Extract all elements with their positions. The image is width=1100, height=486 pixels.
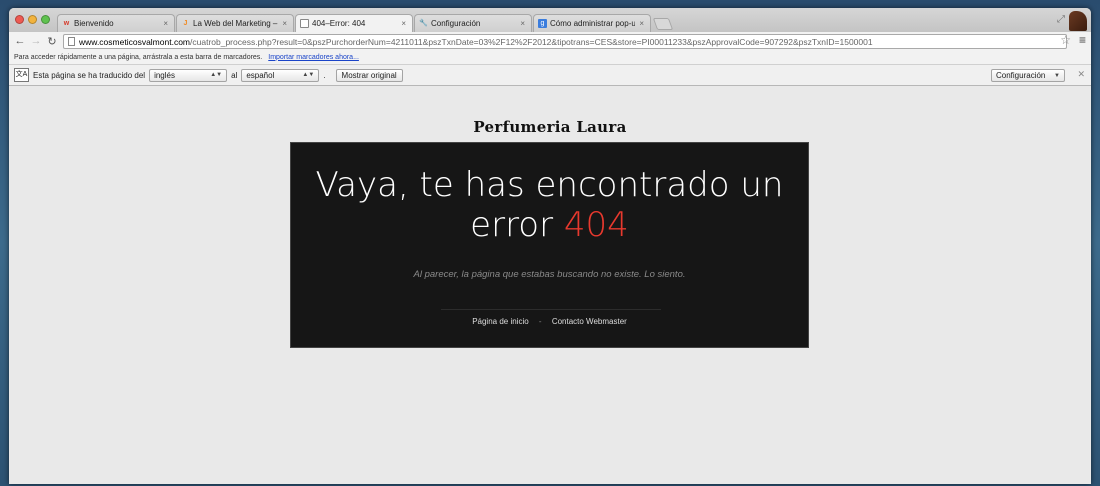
url-path: /cuatrob_process.php?result=0&pszPurchor… [190,36,873,47]
chevron-updown-icon: ▲▼ [302,72,315,78]
wrench-icon: 🔧 [419,20,428,27]
url-host: www.cosmeticosvalmont.com [79,36,191,47]
reload-icon[interactable]: ↻ [44,35,60,48]
browser-window: w Bienvenido × J La Web del Marketing – … [9,8,1091,484]
zoom-window-button[interactable] [41,15,50,24]
error-headline: Vaya, te has encontrado un error 404 [291,165,808,245]
divider [441,309,661,310]
tab-close-icon[interactable]: × [520,19,525,28]
tab-favicon-icon: J [183,20,188,27]
tab-close-icon[interactable]: × [639,19,644,28]
tab-web-marketing[interactable]: J La Web del Marketing – Adm × [176,14,294,32]
tab-error-404[interactable]: 404–Error: 404 × [295,14,413,32]
footer-links: Página de inicio - Contacto Webmaster [291,317,808,326]
source-language-value: inglés [154,70,175,80]
browser-toolbar: ← → ↻ www.cosmeticosvalmont.com/cuatrob_… [9,32,1091,50]
tab-label: 404–Error: 404 [312,19,366,28]
bookmarks-bar: Para acceder rápidamente a una página, a… [9,50,1091,64]
chevron-down-icon: ▼ [1054,72,1060,79]
target-language-value: español [246,70,275,80]
translate-connector: al [231,70,238,80]
bookmark-star-icon[interactable]: ☆ [1060,33,1071,47]
back-arrow-icon[interactable]: ← [12,35,28,47]
restore-icon[interactable]: ⤢ [1057,14,1065,25]
link-separator: - [538,317,542,326]
address-bar[interactable]: www.cosmeticosvalmont.com/cuatrob_proces… [63,34,1067,49]
page-content: Perfumeria Laura Vaya, te has encontrado… [9,86,1091,484]
headline-line1: Vaya, te has encontrado un [315,165,784,205]
site-title: Perfumeria Laura [473,118,627,136]
bookmarks-hint: Para acceder rápidamente a una página, a… [14,53,263,61]
tab-favicon-icon: g [538,19,547,28]
page-icon [68,37,75,46]
tab-close-icon[interactable]: × [282,19,287,28]
translate-period: . [323,70,326,80]
tab-configuracion[interactable]: 🔧 Configuración × [414,14,532,32]
new-tab-button[interactable] [652,18,674,30]
menu-icon[interactable]: ≡ [1079,33,1086,47]
target-language-select[interactable]: español ▲▼ [241,68,320,82]
show-original-button[interactable]: Mostrar original [335,68,403,82]
tab-label: Cómo administrar pop-ups [550,19,636,28]
tab-popups[interactable]: g Cómo administrar pop-ups × [533,14,651,32]
tab-strip: w Bienvenido × J La Web del Marketing – … [9,8,1091,32]
translate-prefix: Esta página se ha traducido del [33,70,146,80]
error-code: 404 [563,205,629,245]
minimize-window-button[interactable] [28,15,37,24]
chevron-updown-icon: ▲▼ [210,72,223,78]
tab-favicon-icon: w [63,20,70,27]
error-panel: Vaya, te has encontrado un error 404 Al … [290,142,809,348]
translate-bar: 文A Esta página se ha traducido del inglé… [9,64,1091,86]
error-subtitle: Al parecer, la página que estabas buscan… [413,269,686,280]
translate-settings-select[interactable]: Configuración ▼ [991,69,1065,82]
tab-label: Bienvenido [74,19,114,28]
headline-line2-prefix: error [470,205,554,245]
tab-bienvenido[interactable]: w Bienvenido × [57,14,175,32]
translate-settings-label: Configuración [996,71,1046,80]
window-controls [15,15,50,24]
contact-webmaster-link[interactable]: Contacto Webmaster [552,317,627,326]
close-translate-bar-icon[interactable]: ✕ [1077,69,1085,80]
tab-label: La Web del Marketing – Adm [193,19,278,28]
close-window-button[interactable] [15,15,24,24]
profile-avatar-icon[interactable] [1069,11,1087,31]
forward-arrow-icon[interactable]: → [28,35,44,47]
tab-close-icon[interactable]: × [401,19,406,28]
tab-close-icon[interactable]: × [163,19,168,28]
page-icon [300,19,309,28]
source-language-select[interactable]: inglés ▲▼ [149,68,228,82]
tab-label: Configuración [431,19,481,28]
import-bookmarks-link[interactable]: Importar marcadores ahora... [268,54,359,61]
translate-icon: 文A [14,68,29,82]
home-link[interactable]: Página de inicio [472,317,528,326]
